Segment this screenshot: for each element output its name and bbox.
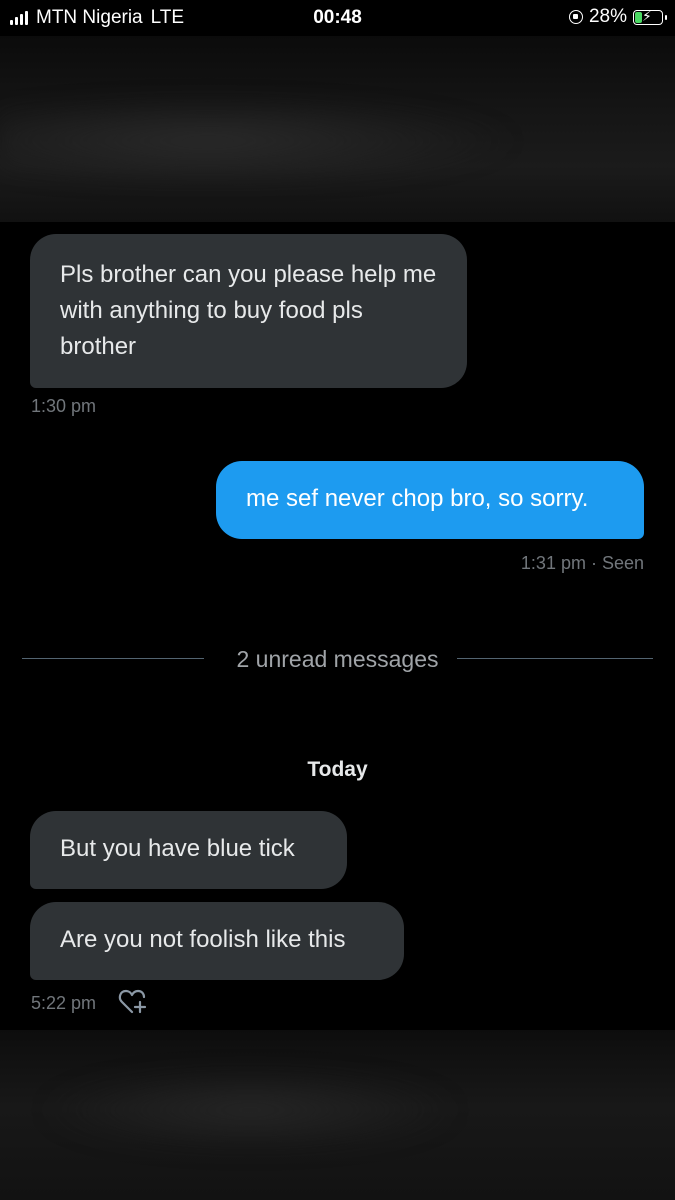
day-label: Today bbox=[307, 758, 368, 781]
status-right: 28% ⚡ bbox=[568, 6, 667, 28]
battery-percent: 28% bbox=[588, 6, 627, 27]
carrier-name: MTN Nigeria bbox=[36, 7, 143, 28]
message-bubble-incoming[interactable]: But you have blue tick bbox=[30, 811, 347, 889]
message-text: me sef never chop bro, so sorry. bbox=[246, 485, 589, 512]
battery-icon: ⚡ bbox=[633, 7, 667, 25]
message-timestamp: 5:22 pm bbox=[31, 993, 97, 1013]
message-bubble-incoming[interactable]: Are you not foolish like this bbox=[30, 902, 404, 980]
message-bubble-outgoing[interactable]: me sef never chop bro, so sorry. bbox=[216, 461, 644, 539]
add-reaction-icon[interactable] bbox=[118, 988, 148, 1016]
message-timestamp: 1:30 pm bbox=[31, 396, 97, 416]
signal-icon bbox=[10, 11, 28, 25]
orientation-lock-icon bbox=[568, 10, 583, 24]
blurred-footer bbox=[0, 1030, 675, 1200]
blurred-header bbox=[0, 36, 675, 222]
status-bar: MTN Nigeria LTE 00:48 28% ⚡ bbox=[0, 0, 675, 36]
battery-fill bbox=[635, 11, 642, 23]
message-text: But you have blue tick bbox=[60, 835, 295, 862]
message-bubble-incoming[interactable]: Pls brother can you please help me with … bbox=[30, 234, 467, 388]
message-timestamp-seen: 1:31 pm · Seen bbox=[520, 553, 644, 573]
charging-icon: ⚡ bbox=[642, 7, 652, 24]
chat-thread[interactable]: Pls brother can you please help me with … bbox=[0, 222, 675, 1030]
message-text: Pls brother can you please help me with … bbox=[60, 261, 437, 360]
network-type: LTE bbox=[150, 7, 185, 28]
unread-divider: 2 unread messages bbox=[22, 646, 653, 672]
status-left: MTN Nigeria LTE bbox=[10, 7, 184, 29]
message-text: Are you not foolish like this bbox=[60, 926, 346, 953]
unread-divider-label: 2 unread messages bbox=[236, 646, 439, 672]
